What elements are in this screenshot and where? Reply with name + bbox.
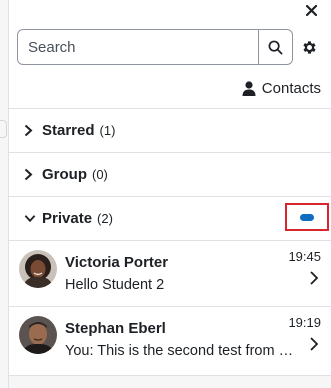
highlight-annotation bbox=[285, 203, 329, 231]
chevron-right-icon bbox=[24, 168, 36, 181]
drawer-footer bbox=[9, 375, 331, 388]
section-title: Starred bbox=[42, 122, 95, 139]
chevron-right-icon bbox=[310, 271, 319, 285]
section-title: Private bbox=[42, 210, 93, 227]
section-group[interactable]: Group (0) bbox=[9, 152, 331, 196]
conversation-item[interactable]: Stephan Eberl You: This is the second te… bbox=[9, 306, 331, 372]
section-count: (0) bbox=[92, 167, 108, 182]
close-icon bbox=[305, 4, 317, 16]
chevron-right-icon bbox=[310, 337, 319, 351]
section-title: Group bbox=[42, 166, 87, 183]
section-count: (2) bbox=[97, 211, 113, 226]
search-button[interactable] bbox=[258, 30, 292, 64]
section-starred[interactable]: Starred (1) bbox=[9, 108, 331, 152]
conversation-item[interactable]: Victoria Porter Hello Student 2 19:45 bbox=[9, 240, 331, 306]
conversation-message: You: This is the second test from Studen… bbox=[65, 343, 301, 359]
drawer-edge-handle bbox=[0, 120, 7, 138]
section-count: (1) bbox=[99, 123, 116, 138]
close-drawer-button[interactable] bbox=[303, 2, 319, 18]
user-icon bbox=[242, 81, 256, 96]
avatar bbox=[19, 250, 57, 288]
settings-button[interactable] bbox=[299, 37, 319, 57]
search-input[interactable] bbox=[18, 30, 258, 64]
conversation-name: Victoria Porter bbox=[65, 254, 169, 271]
contacts-link[interactable]: Contacts bbox=[242, 80, 321, 97]
loading-indicator bbox=[300, 213, 314, 221]
conversation-time: 19:45 bbox=[288, 249, 321, 264]
chevron-down-icon bbox=[24, 214, 36, 223]
search-icon bbox=[268, 40, 283, 54]
conversation-time: 19:19 bbox=[288, 315, 321, 330]
avatar bbox=[19, 316, 57, 354]
section-private[interactable]: Private (2) bbox=[9, 196, 331, 240]
search-box bbox=[17, 29, 293, 65]
page-background-strip bbox=[0, 0, 8, 388]
message-drawer: Contacts Starred (1) Group (0) Private (… bbox=[8, 0, 331, 388]
contacts-label: Contacts bbox=[261, 80, 321, 97]
conversation-message: Hello Student 2 bbox=[65, 277, 165, 293]
conversation-name: Stephan Eberl bbox=[65, 320, 166, 337]
chevron-right-icon bbox=[24, 124, 36, 137]
gear-icon bbox=[302, 40, 316, 54]
search-row bbox=[17, 29, 323, 65]
